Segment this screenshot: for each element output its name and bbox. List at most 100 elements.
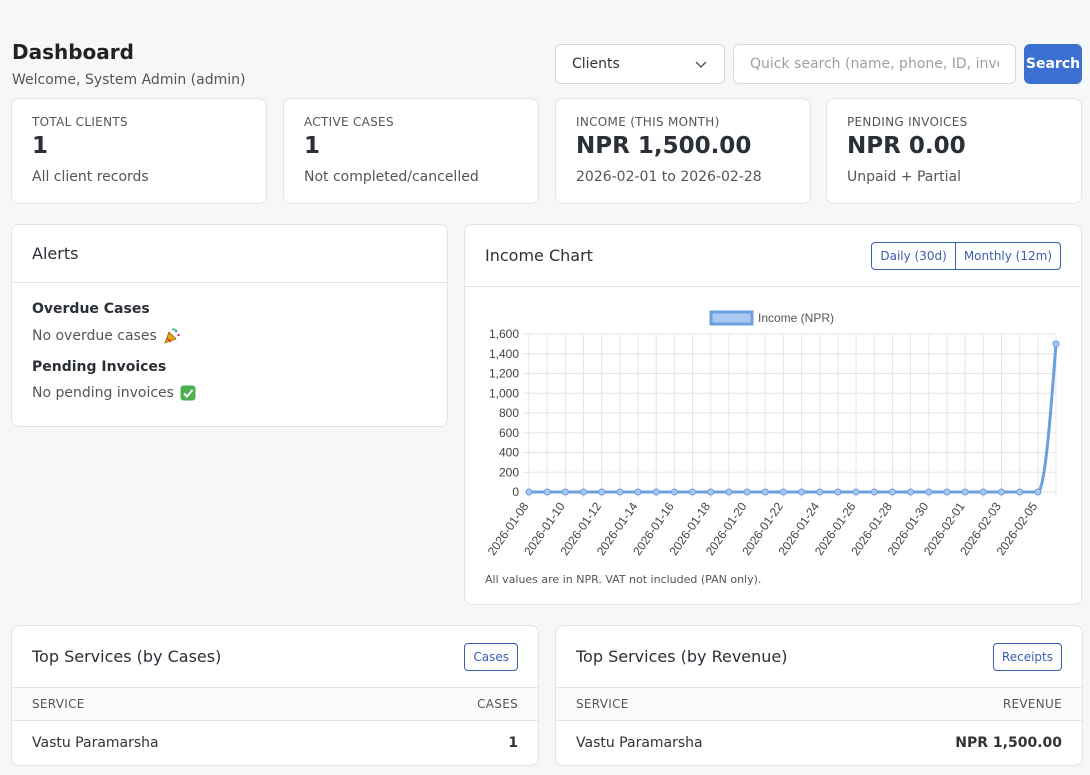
stat-subtext: Not completed/cancelled xyxy=(304,169,479,185)
data-point xyxy=(1034,488,1042,496)
page-header: Dashboard Welcome, System Admin (admin) xyxy=(12,40,245,88)
data-point xyxy=(943,488,951,496)
search-input[interactable] xyxy=(733,44,1016,84)
receipts-button[interactable]: Receipts xyxy=(992,642,1062,671)
table-header: SERVICE REVENUE xyxy=(556,688,1082,721)
overdue-cases-heading: Overdue Cases xyxy=(32,301,150,317)
data-point xyxy=(598,488,606,496)
data-point xyxy=(997,488,1005,496)
y-tick-label: 200 xyxy=(499,465,519,479)
data-point xyxy=(961,488,969,496)
stat-subtext: Unpaid + Partial xyxy=(847,169,961,185)
stat-value: 1 xyxy=(32,133,49,159)
pending-invoices-heading: Pending Invoices xyxy=(32,359,167,375)
stat-label: ACTIVE CASES xyxy=(304,115,394,129)
income-chart-header: Income Chart Daily (30d) Monthly (12m) xyxy=(465,225,1081,287)
chart-range-toggle: Daily (30d) Monthly (12m) xyxy=(871,241,1061,270)
top-services-cases-title: Top Services (by Cases) xyxy=(32,647,222,666)
data-point xyxy=(1016,488,1024,496)
overdue-cases-row: No overdue cases xyxy=(32,327,427,345)
legend-swatch xyxy=(709,310,754,326)
data-point xyxy=(870,488,878,496)
y-tick-label: 400 xyxy=(499,446,519,460)
top-services-revenue-header: Top Services (by Revenue) Receipts xyxy=(556,626,1082,688)
top-services-revenue-title: Top Services (by Revenue) xyxy=(576,647,788,666)
stat-card-total-clients: TOTAL CLIENTS 1 All client records xyxy=(11,98,267,204)
table-row: Vastu Paramarsha 1 xyxy=(12,721,538,765)
daily-30d-button[interactable]: Daily (30d) xyxy=(871,241,956,270)
stat-card-pending-invoices: PENDING INVOICES NPR 0.00 Unpaid + Parti… xyxy=(826,98,1082,204)
data-point xyxy=(707,488,715,496)
income-line-chart: Income (NPR) 0 200 400 600 800 1,000 1,200 1,400… xyxy=(485,310,1060,558)
pending-invoices-text: No pending invoices xyxy=(32,385,174,401)
pending-invoices-row: No pending invoices xyxy=(32,385,427,401)
stat-card-income: INCOME (THIS MONTH) NPR 1,500.00 2026-02… xyxy=(555,98,811,204)
service-name: Vastu Paramarsha xyxy=(32,735,159,751)
welcome-text: Welcome, System Admin (admin) xyxy=(12,72,246,88)
y-tick-label: 1,400 xyxy=(489,347,519,361)
stat-label: PENDING INVOICES xyxy=(847,115,968,129)
stat-value: NPR 0.00 xyxy=(847,133,966,159)
check-mark-icon xyxy=(180,385,196,401)
cases-button[interactable]: Cases xyxy=(464,642,518,671)
data-point xyxy=(634,488,642,496)
table-header: SERVICE CASES xyxy=(12,688,538,721)
data-point xyxy=(852,488,860,496)
y-tick-label: 600 xyxy=(499,426,519,440)
data-point xyxy=(925,488,933,496)
data-point xyxy=(779,488,787,496)
stat-value: 1 xyxy=(304,133,321,159)
data-point xyxy=(652,488,660,496)
chart-note: All values are in NPR. VAT not included … xyxy=(485,573,762,586)
stat-label: TOTAL CLIENTS xyxy=(32,115,128,129)
series-line xyxy=(529,343,1058,494)
search-button[interactable]: Search xyxy=(1024,44,1082,84)
stat-value: NPR 1,500.00 xyxy=(576,133,752,159)
party-popper-icon xyxy=(164,328,180,344)
col-service: SERVICE xyxy=(32,697,85,711)
data-point xyxy=(979,488,987,496)
data-point xyxy=(798,488,806,496)
y-tick-label: 1,200 xyxy=(489,367,519,381)
cases-count: 1 xyxy=(508,735,518,751)
stat-card-active-cases: ACTIVE CASES 1 Not completed/cancelled xyxy=(283,98,539,204)
revenue-amount: NPR 1,500.00 xyxy=(955,735,1062,751)
legend-label: Income (NPR) xyxy=(758,311,834,325)
income-chart-title: Income Chart xyxy=(485,246,593,265)
alerts-card: Alerts Overdue Cases No overdue cases Pe… xyxy=(11,224,448,427)
top-services-revenue-card: Top Services (by Revenue) Receipts SERVI… xyxy=(555,625,1083,766)
stat-label: INCOME (THIS MONTH) xyxy=(576,115,720,129)
chevron-down-icon xyxy=(695,61,707,68)
top-services-cases-header: Top Services (by Cases) Cases xyxy=(12,626,538,688)
data-point xyxy=(580,488,588,496)
data-point xyxy=(907,488,915,496)
data-point xyxy=(689,488,697,496)
data-point xyxy=(743,488,751,496)
stat-subtext: 2026-02-01 to 2026-02-28 xyxy=(576,169,762,185)
service-name: Vastu Paramarsha xyxy=(576,735,703,751)
col-cases: CASES xyxy=(477,697,518,711)
col-service: SERVICE xyxy=(576,697,629,711)
data-point xyxy=(761,488,769,496)
data-point xyxy=(816,488,824,496)
col-revenue: REVENUE xyxy=(1002,697,1062,711)
table-row: Vastu Paramarsha NPR 1,500.00 xyxy=(556,721,1082,765)
income-chart-card: Income Chart Daily (30d) Monthly (12m) I… xyxy=(464,224,1082,605)
y-tick-label: 800 xyxy=(499,406,519,420)
data-point xyxy=(525,488,533,496)
data-point xyxy=(561,488,569,496)
data-point xyxy=(670,488,678,496)
page-title: Dashboard xyxy=(12,40,134,64)
data-point xyxy=(834,488,842,496)
overdue-cases-text: No overdue cases xyxy=(32,328,157,344)
data-point xyxy=(725,488,733,496)
top-services-cases-card: Top Services (by Cases) Cases SERVICE CA… xyxy=(11,625,539,766)
data-point xyxy=(616,488,624,496)
alerts-header: Alerts xyxy=(12,225,447,283)
search-type-select[interactable]: Clients xyxy=(555,44,725,84)
y-tick-label: 1,600 xyxy=(489,327,519,341)
monthly-12m-button[interactable]: Monthly (12m) xyxy=(955,241,1061,270)
y-tick-label: 1,000 xyxy=(489,386,519,400)
data-point xyxy=(888,488,896,496)
data-point xyxy=(543,488,551,496)
